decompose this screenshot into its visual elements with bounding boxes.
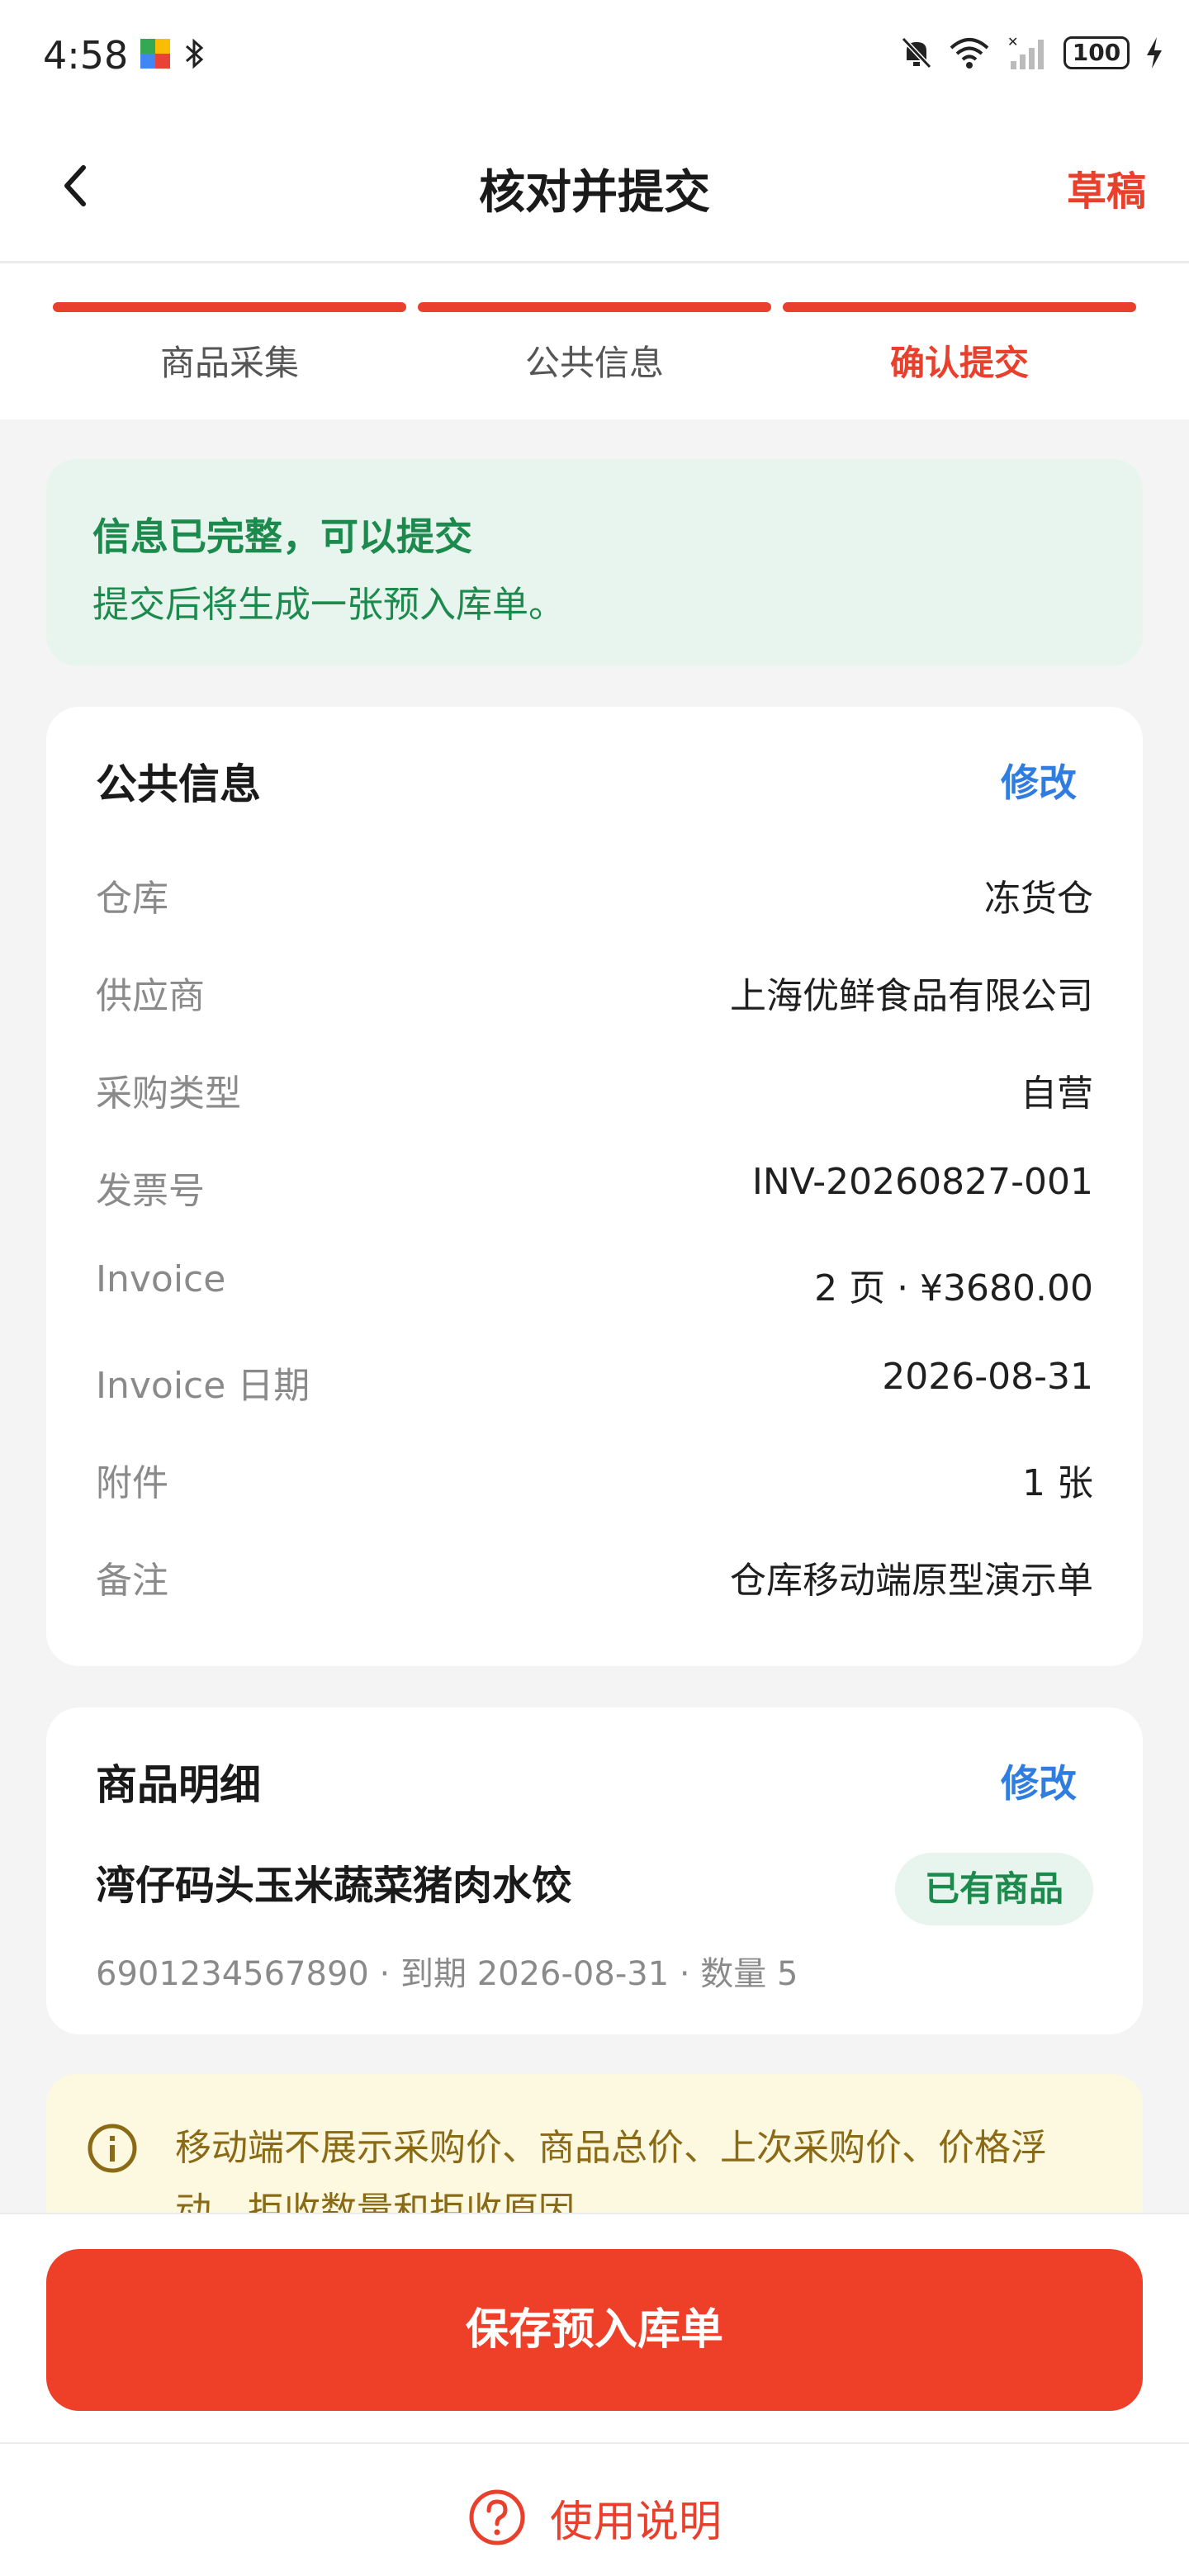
info-value: 2026-08-31 xyxy=(882,1356,1093,1398)
info-icon xyxy=(88,2124,137,2173)
help-link[interactable]: 使用说明 xyxy=(0,2480,1189,2555)
step-bar xyxy=(53,302,406,312)
info-row-warehouse: 仓库 冻货仓 xyxy=(96,869,1093,920)
goods-meta: 6901234567890 · 到期 2026-08-31 · 数量 5 xyxy=(96,1955,798,1993)
goods-detail-card: 商品明细 修改 湾仔码头玉米蔬菜猪肉水饺 已有商品 6901234567890 … xyxy=(46,1707,1143,2034)
info-value: 仓库移动端原型演示单 xyxy=(730,1560,1093,1602)
card-title: 商品明细 xyxy=(96,1761,261,1809)
info-value: 自营 xyxy=(1021,1073,1093,1115)
info-value: INV-20260827-001 xyxy=(751,1161,1093,1203)
info-key: 仓库 xyxy=(96,878,168,920)
draft-button[interactable]: 草稿 xyxy=(1067,159,1146,216)
bottom-action-panel: 保存预入库单 使用说明 xyxy=(0,2213,1189,2576)
step-confirm-submit[interactable]: 确认提交 xyxy=(783,302,1136,386)
info-key: 采购类型 xyxy=(96,1073,241,1115)
info-row-invoice: Invoice 2 页 · ¥3680.00 xyxy=(96,1258,1093,1309)
signal-icon: ✕ xyxy=(1007,35,1044,69)
app-icon xyxy=(140,39,170,69)
card-title: 公共信息 xyxy=(96,760,261,808)
info-row-purchase-type: 采购类型 自营 xyxy=(96,1063,1093,1115)
app-header: 核对并提交 草稿 xyxy=(0,124,1189,248)
info-row-invoice-date: Invoice 日期 2026-08-31 xyxy=(96,1356,1093,1407)
status-time: 4:58 xyxy=(43,33,129,78)
info-row-remark: 备注 仓库移动端原型演示单 xyxy=(96,1551,1093,1602)
step-public-info[interactable]: 公共信息 xyxy=(418,302,771,386)
help-text: 使用说明 xyxy=(549,2497,722,2547)
info-key: 供应商 xyxy=(96,975,205,1017)
info-row-supplier: 供应商 上海优鲜食品有限公司 xyxy=(96,966,1093,1017)
edit-goods-button[interactable]: 修改 xyxy=(1001,1754,1077,1808)
info-key: 发票号 xyxy=(96,1170,205,1212)
header-divider xyxy=(0,261,1189,263)
info-key: 附件 xyxy=(96,1462,168,1504)
bottom-divider xyxy=(0,2442,1189,2444)
svg-text:✕: ✕ xyxy=(1007,35,1018,50)
mute-icon xyxy=(901,36,932,69)
status-bar: 4:58 ✕ 100 xyxy=(0,0,1189,112)
info-value: 1 张 xyxy=(1022,1462,1093,1504)
info-value: 冻货仓 xyxy=(984,878,1093,920)
info-row-invoice-number: 发票号 INV-20260827-001 xyxy=(96,1161,1093,1212)
wifi-icon xyxy=(950,38,989,69)
step-bar xyxy=(418,302,771,312)
page-title: 核对并提交 xyxy=(479,166,710,220)
existing-goods-badge: 已有商品 xyxy=(894,1853,1093,1925)
info-key: Invoice 日期 xyxy=(96,1365,310,1407)
public-info-card: 公共信息 修改 仓库 冻货仓 供应商 上海优鲜食品有限公司 采购类型 自营 发票… xyxy=(46,707,1143,1666)
info-row-attachment: 附件 1 张 xyxy=(96,1453,1093,1504)
info-value: 2 页 · ¥3680.00 xyxy=(814,1267,1093,1309)
step-bar xyxy=(783,302,1136,312)
battery-icon: 100 xyxy=(1063,36,1130,69)
banner-description: 提交后将生成一张预入库单。 xyxy=(92,584,565,626)
info-value: 上海优鲜食品有限公司 xyxy=(730,975,1093,1017)
info-key: Invoice xyxy=(96,1258,226,1300)
info-key: 备注 xyxy=(96,1560,168,1602)
step-label: 商品采集 xyxy=(159,343,299,383)
save-pre-stock-button[interactable]: 保存预入库单 xyxy=(46,2249,1143,2411)
charging-icon xyxy=(1147,37,1162,69)
success-banner: 信息已完整，可以提交 提交后将生成一张预入库单。 xyxy=(46,459,1143,665)
edit-public-info-button[interactable]: 修改 xyxy=(1001,753,1077,807)
step-label: 公共信息 xyxy=(524,343,664,383)
step-product-collect[interactable]: 商品采集 xyxy=(53,302,406,386)
step-label: 确认提交 xyxy=(889,343,1029,383)
goods-name: 湾仔码头玉米蔬菜猪肉水饺 xyxy=(96,1863,572,1909)
banner-title: 信息已完整，可以提交 xyxy=(92,514,472,559)
bluetooth-icon xyxy=(186,38,204,69)
question-circle-icon xyxy=(469,2489,525,2545)
